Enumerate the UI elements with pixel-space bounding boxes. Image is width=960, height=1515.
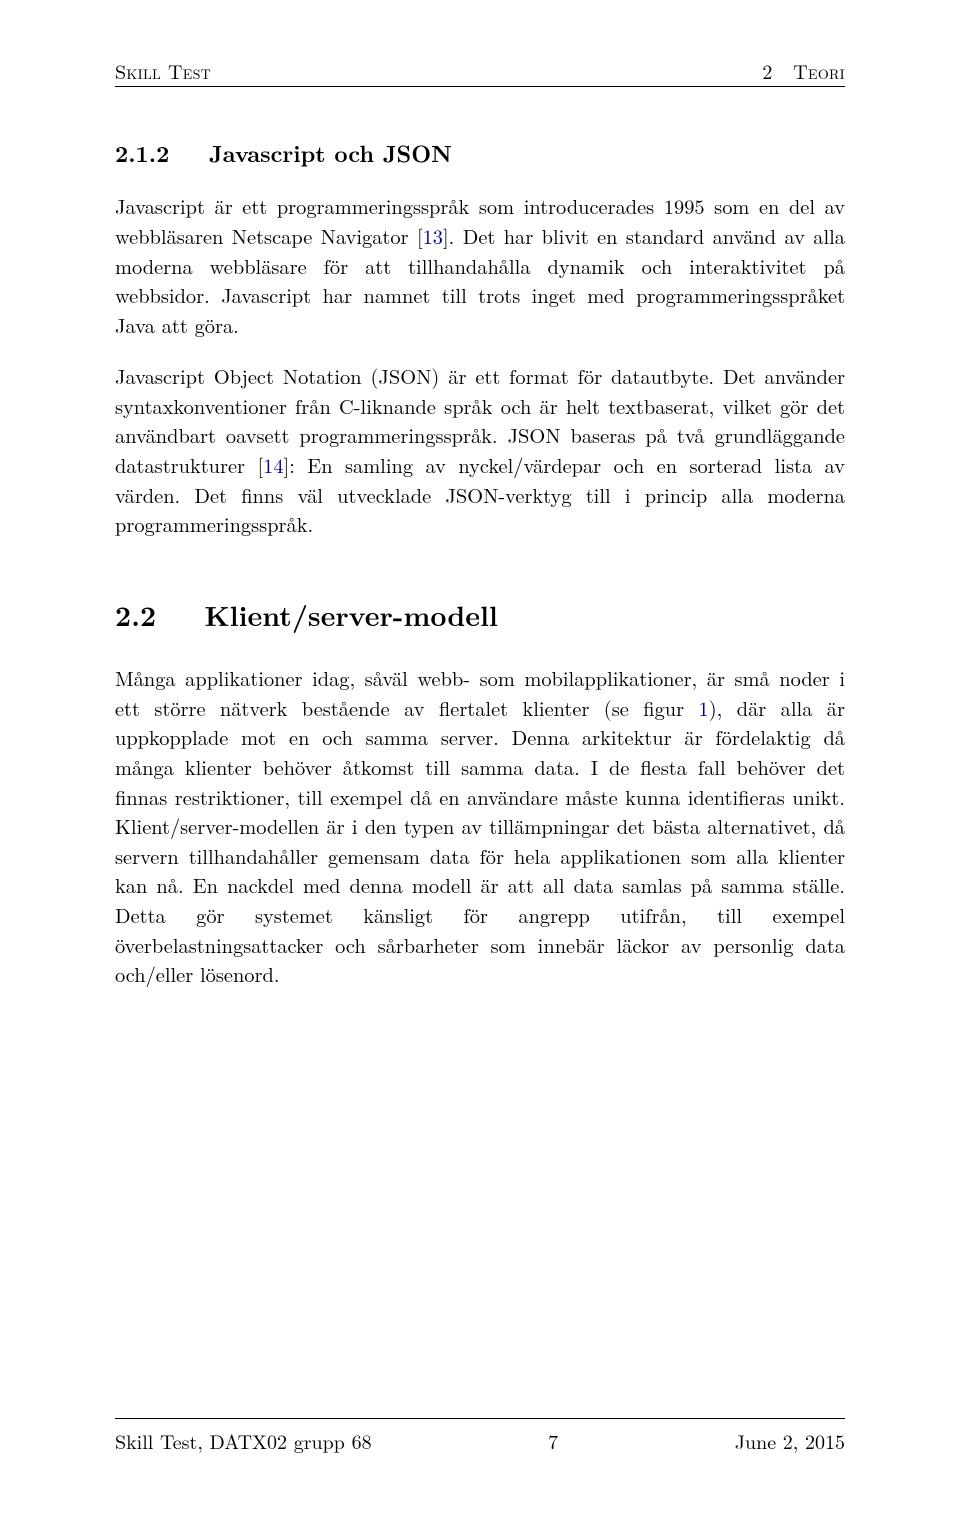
header-rule [115, 86, 845, 87]
subsection-number: 2.1.2 [115, 136, 169, 169]
page: Skill Test 2 Teori 2.1.2 Javascript och … [0, 0, 960, 1515]
footer-left: Skill Test, DATX02 grupp 68 [115, 1426, 372, 1455]
citation-link[interactable]: 13 [423, 221, 443, 250]
footer-rule [115, 1418, 845, 1419]
subsection-title: Javascript och JSON [209, 136, 452, 169]
running-head-right: 2 Teori [762, 56, 845, 85]
section-heading: 2.2 Klient/server-modell [115, 595, 845, 636]
paragraph: Många applikationer idag, såväl webb- so… [115, 663, 845, 988]
subsection-heading: 2.1.2 Javascript och JSON [115, 136, 845, 169]
running-head-section-number: 2 [762, 56, 772, 85]
running-head: Skill Test 2 Teori [115, 56, 845, 85]
section-number: 2.2 [115, 595, 156, 635]
footer: Skill Test, DATX02 grupp 68 7 June 2, 20… [115, 1426, 845, 1455]
running-head-left: Skill Test [115, 56, 211, 85]
section-title: Klient/server-modell [204, 595, 497, 635]
body-text: 2.1.2 Javascript och JSON Javascript är … [115, 136, 845, 989]
page-number: 7 [548, 1426, 558, 1455]
paragraph: Javascript är ett programmeringsspråk so… [115, 191, 845, 339]
citation-link[interactable]: 14 [263, 450, 283, 479]
paragraph: Javascript Object Notation (JSON) är ett… [115, 361, 845, 538]
text-run: ), där alla är uppkopplade mot en och sa… [115, 693, 845, 988]
running-head-section-label: Teori [793, 56, 845, 85]
footer-right: June 2, 2015 [735, 1426, 845, 1455]
figure-ref-link[interactable]: 1 [699, 693, 709, 722]
